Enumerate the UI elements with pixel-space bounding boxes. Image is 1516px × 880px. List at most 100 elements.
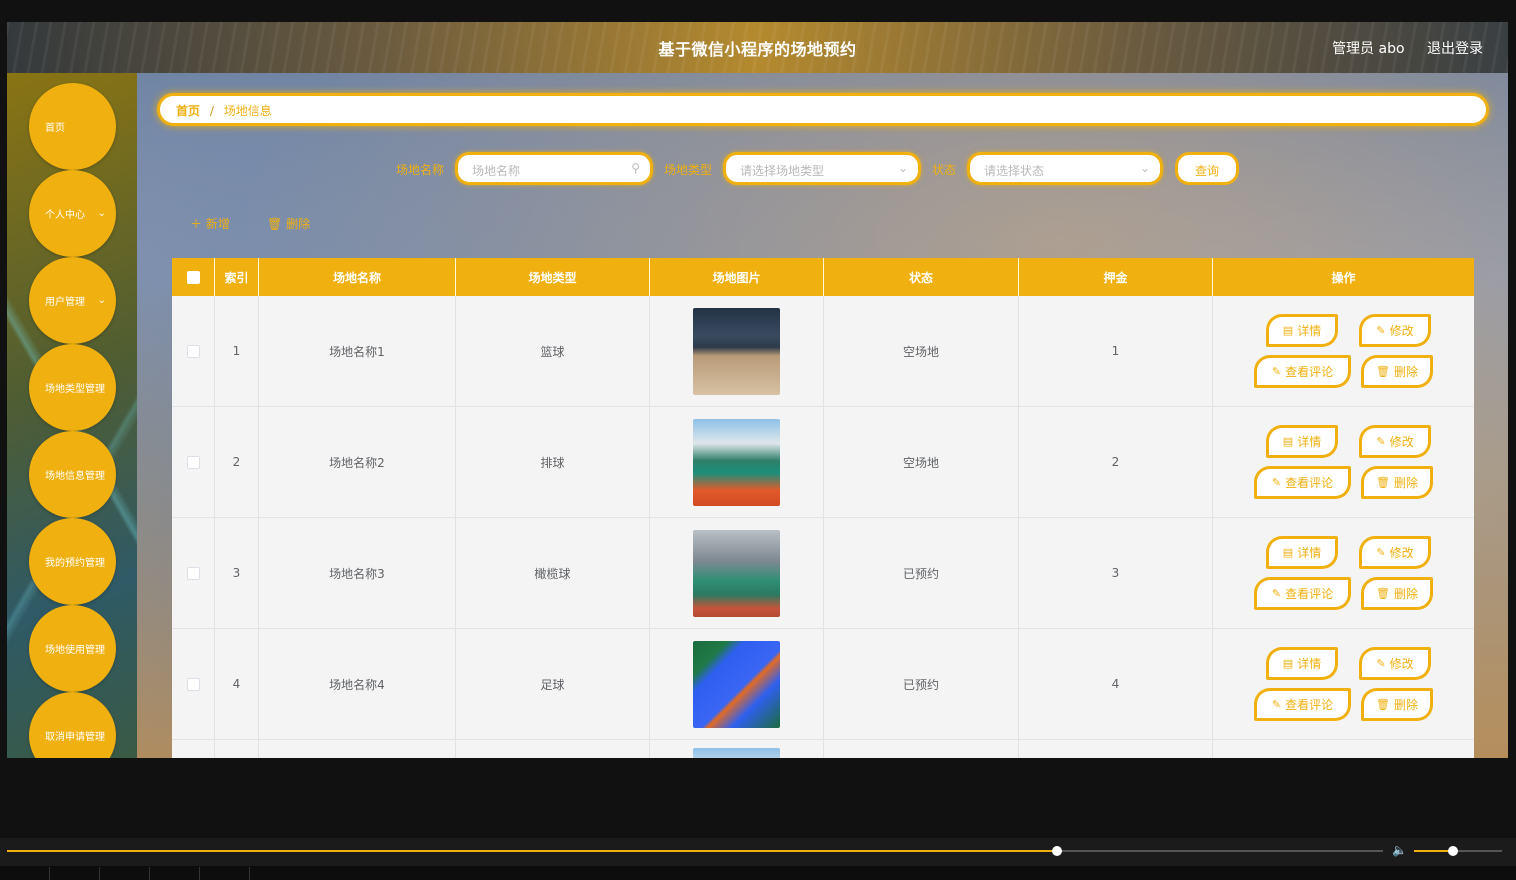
- sidebar-item-label: 场地类型管理: [45, 384, 105, 395]
- admin-user-label[interactable]: 管理员 abo: [1332, 41, 1404, 57]
- column-header: 押金: [1019, 258, 1213, 296]
- view-comments-label: 查看评论: [1285, 476, 1334, 490]
- query-button[interactable]: 查询: [1175, 152, 1239, 185]
- edit-label: 修改: [1389, 546, 1414, 560]
- sidebar-item-my-reservations[interactable]: 我的预约管理: [29, 518, 116, 605]
- batch-delete-label: 删除: [286, 217, 311, 231]
- breadcrumb-separator: /: [209, 104, 214, 118]
- seek-handle[interactable]: [1051, 846, 1062, 856]
- edit-button[interactable]: ✎ 修改: [1359, 647, 1431, 680]
- pencil-icon: ✎: [1271, 476, 1282, 489]
- detail-label: 详情: [1297, 435, 1322, 449]
- delete-button[interactable]: 🗑 删除: [1361, 355, 1433, 388]
- detail-button[interactable]: ▤ 详情: [1266, 425, 1338, 458]
- sidebar-item-venue-type[interactable]: 场地类型管理: [29, 344, 116, 431]
- venue-type-select[interactable]: 请选择场地类型 ⌄: [723, 152, 921, 185]
- row-checkbox[interactable]: [186, 677, 200, 691]
- search-icon: ⚲: [631, 161, 640, 175]
- deposit-cell: 3: [1019, 518, 1213, 628]
- sidebar-item-venue-info[interactable]: 场地信息管理: [29, 431, 116, 518]
- table-row: 2 场地名称2 排球 空场地 2 ▤ 详情 ✎ 修改 ✎ 查看评论 🗑 删除: [172, 407, 1474, 518]
- sidebar-item-venue-usage[interactable]: 场地使用管理: [29, 605, 116, 692]
- status-placeholder: 请选择状态: [984, 164, 1045, 178]
- sidebar-item-label: 首页: [45, 123, 65, 134]
- row-checkbox[interactable]: [186, 344, 200, 358]
- detail-button[interactable]: ▤ 详情: [1266, 314, 1338, 347]
- column-header: 场地图片: [650, 258, 824, 296]
- add-button[interactable]: ＋ 新增: [190, 215, 230, 232]
- pencil-icon: ✎: [1376, 657, 1386, 670]
- edit-button[interactable]: ✎ 修改: [1359, 536, 1431, 569]
- sidebar-item-label: 用户管理: [45, 297, 85, 308]
- delete-button[interactable]: 🗑 删除: [1361, 577, 1433, 610]
- status-cell: 空场地: [824, 407, 1019, 517]
- pencil-icon: ✎: [1271, 365, 1282, 378]
- delete-button[interactable]: 🗑 删除: [1361, 466, 1433, 499]
- sidebar-item-personal-center[interactable]: 个人中心 ⌄: [29, 170, 116, 257]
- sidebar-item-user-management[interactable]: 用户管理 ⌄: [29, 257, 116, 344]
- document-icon: ▤: [1282, 435, 1294, 448]
- column-header: 场地类型: [456, 258, 650, 296]
- edit-label: 修改: [1389, 324, 1414, 338]
- status-cell: 空场地: [824, 296, 1019, 406]
- sidebar-item-cancel-requests[interactable]: 取消申请管理: [29, 692, 116, 758]
- chevron-down-icon: ⌄: [97, 295, 106, 306]
- detail-button[interactable]: ▤ 详情: [1266, 647, 1338, 680]
- venue-type-cell: 足球: [456, 629, 650, 739]
- view-comments-button[interactable]: ✎ 查看评论: [1254, 577, 1351, 610]
- trash-icon: 🗑: [1376, 587, 1390, 600]
- bottom-strip: [0, 866, 1516, 880]
- breadcrumb-home[interactable]: 首页: [176, 104, 200, 118]
- sidebar: 首页 个人中心 ⌄ 用户管理 ⌄ 场地类型管理 场地信息管理 我的预约管理 场地…: [7, 73, 137, 758]
- view-comments-button[interactable]: ✎ 查看评论: [1254, 688, 1351, 721]
- pencil-icon: ✎: [1376, 324, 1386, 337]
- sidebar-item-label: 我的预约管理: [45, 558, 105, 569]
- status-label: 状态: [932, 163, 957, 177]
- detail-label: 详情: [1297, 546, 1322, 560]
- edit-label: 修改: [1389, 657, 1414, 671]
- breadcrumb-current: 场地信息: [223, 104, 272, 118]
- volume-handle[interactable]: [1447, 846, 1458, 856]
- select-all-checkbox[interactable]: [186, 270, 200, 284]
- table-row: 3 场地名称3 橄榄球 已预约 3 ▤ 详情 ✎ 修改 ✎ 查看评论 🗑 删除: [172, 518, 1474, 629]
- delete-label: 删除: [1393, 476, 1418, 490]
- delete-button[interactable]: 🗑 删除: [1361, 688, 1433, 721]
- document-icon: ▤: [1282, 324, 1294, 337]
- breadcrumb: 首页 / 场地信息: [157, 93, 1489, 126]
- row-index: 4: [215, 629, 259, 739]
- venue-image[interactable]: [693, 307, 780, 395]
- row-checkbox[interactable]: [186, 455, 200, 469]
- view-comments-label: 查看评论: [1285, 698, 1334, 712]
- status-select[interactable]: 请选择状态 ⌄: [967, 152, 1163, 185]
- document-icon: ▤: [1282, 657, 1294, 670]
- batch-delete-button[interactable]: 🗑 删除: [267, 215, 310, 232]
- chevron-down-icon: ⌄: [897, 161, 908, 175]
- logout-link[interactable]: 退出登录: [1427, 41, 1483, 57]
- venue-image[interactable]: [693, 640, 780, 728]
- seek-bar[interactable]: [7, 850, 1383, 852]
- venue-image[interactable]: [693, 529, 780, 617]
- deposit-cell: 1: [1019, 296, 1213, 406]
- row-checkbox[interactable]: [186, 566, 200, 580]
- sidebar-item-home[interactable]: 首页: [29, 83, 116, 170]
- volume-icon[interactable]: 🔈: [1392, 843, 1407, 857]
- trash-icon: 🗑: [1376, 365, 1390, 378]
- detail-button[interactable]: ▤ 详情: [1266, 536, 1338, 569]
- status-cell: 已预约: [824, 629, 1019, 739]
- column-header: 场地名称: [259, 258, 456, 296]
- edit-button[interactable]: ✎ 修改: [1359, 314, 1431, 347]
- row-index: 3: [215, 518, 259, 628]
- sidebar-item-label: 场地使用管理: [45, 645, 105, 656]
- add-button-label: 新增: [205, 217, 230, 231]
- venue-image[interactable]: [693, 418, 780, 506]
- user-area: 管理员 abo 退出登录: [1314, 38, 1483, 58]
- view-comments-button[interactable]: ✎ 查看评论: [1254, 466, 1351, 499]
- venue-image[interactable]: [693, 748, 780, 758]
- venue-type-placeholder: 请选择场地类型: [740, 164, 825, 178]
- volume-slider[interactable]: [1414, 850, 1502, 852]
- table-row: [172, 740, 1474, 758]
- view-comments-button[interactable]: ✎ 查看评论: [1254, 355, 1351, 388]
- edit-button[interactable]: ✎ 修改: [1359, 425, 1431, 458]
- edit-label: 修改: [1389, 435, 1414, 449]
- venue-name-input[interactable]: 场地名称 ⚲: [455, 152, 653, 185]
